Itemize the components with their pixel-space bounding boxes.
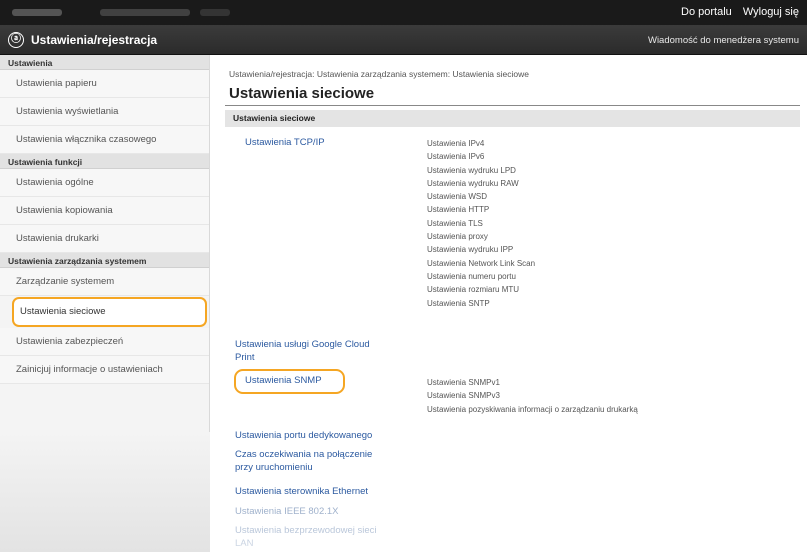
- sidebar-item-copy-settings[interactable]: Ustawienia kopiowania: [0, 197, 209, 225]
- list-item: Ustawienia Network Link Scan: [427, 258, 536, 268]
- ethernet-driver-link[interactable]: Ustawienia sterownika Ethernet: [235, 486, 368, 497]
- top-links: Do portalu Wyloguj się: [673, 6, 799, 18]
- link-line: Czas oczekiwania na połączenie: [235, 449, 373, 460]
- blurred-text: [100, 9, 190, 16]
- sidebar-section-header: Ustawienia zarządzania systemem: [0, 253, 209, 268]
- sidebar-menu: Ustawienia Ustawienia papieru Ustawienia…: [0, 55, 209, 384]
- sidebar-item-security-settings[interactable]: Ustawienia zabezpieczeń: [0, 328, 209, 356]
- blurred-text: [200, 9, 230, 16]
- list-item: Ustawienia WSD: [427, 192, 488, 202]
- list-item: Ustawienia IPv4: [427, 139, 485, 148]
- app-title: Ustawienia/rejestracja: [31, 33, 158, 47]
- sidebar-item-paper-settings[interactable]: Ustawienia papieru: [0, 70, 209, 98]
- sidebar-fade: [0, 432, 210, 552]
- dedicated-port-link[interactable]: Ustawienia portu dedykowanego: [235, 430, 372, 441]
- link-line: Print: [235, 352, 255, 363]
- link-line: przy uruchomieniu: [235, 462, 313, 473]
- link-line: LAN: [235, 538, 254, 549]
- sidebar-item-network-settings[interactable]: Ustawienia sieciowe: [12, 297, 207, 327]
- divider: [225, 105, 800, 106]
- blurred-text: [12, 9, 62, 16]
- wireless-lan-link[interactable]: Ustawienia bezprzewodowej sieci LAN: [235, 524, 377, 550]
- sidebar-item-general-settings[interactable]: Ustawienia ogólne: [0, 169, 209, 197]
- sidebar-item-printer-settings[interactable]: Ustawienia drukarki: [0, 225, 209, 253]
- portal-link[interactable]: Do portalu: [681, 6, 732, 18]
- sidebar-section-header: Ustawienia funkcji: [0, 154, 209, 169]
- title-bar: ⓐ Ustawienia/rejestracja Wiadomość do me…: [0, 25, 807, 55]
- sidebar: Ustawienia Ustawienia papieru Ustawienia…: [0, 55, 210, 552]
- tcpip-subitems: Ustawienia IPv4 Ustawienia IPv6 Ustawien…: [427, 137, 535, 310]
- tcpip-settings-link[interactable]: Ustawienia TCP/IP: [245, 137, 325, 148]
- list-item: Ustawienia numeru portu: [427, 271, 516, 281]
- list-item: Ustawienia wydruku LPD: [427, 165, 516, 175]
- list-item: Ustawienia SNTP: [427, 298, 490, 308]
- list-item: Ustawienia proxy: [427, 232, 488, 242]
- sidebar-item-timer-settings[interactable]: Ustawienia włącznika czasowego: [0, 126, 209, 154]
- list-item: Ustawienia IPv6: [427, 152, 485, 162]
- link-line: Ustawienia bezprzewodowej sieci: [235, 525, 377, 536]
- list-item: Ustawienia wydruku IPP: [427, 245, 514, 255]
- snmp-subitems: Ustawienia SNMPv1 Ustawienia SNMPv3 Usta…: [427, 376, 638, 416]
- sidebar-section-header: Ustawienia: [0, 55, 209, 70]
- settings-logo-icon: ⓐ: [8, 32, 24, 48]
- list-item: Ustawienia rozmiaru MTU: [427, 285, 520, 295]
- top-bar: Do portalu Wyloguj się: [0, 0, 807, 25]
- link-line: Ustawienia usługi Google Cloud: [235, 339, 370, 350]
- list-item: Ustawienia wydruku RAW: [427, 178, 519, 188]
- snmp-settings-link[interactable]: Ustawienia SNMP: [245, 375, 322, 386]
- list-item: Ustawienia SNMPv3: [427, 391, 500, 401]
- sidebar-item-display-settings[interactable]: Ustawienia wyświetlania: [0, 98, 209, 126]
- breadcrumb: Ustawienia/rejestracja: Ustawienia zarzą…: [229, 69, 529, 79]
- message-to-admin-link[interactable]: Wiadomość do menedżera systemu: [648, 35, 799, 46]
- section-header: Ustawienia sieciowe: [225, 110, 800, 127]
- sidebar-item-system-management[interactable]: Zarządzanie systemem: [0, 268, 209, 296]
- list-item: Ustawienia HTTP: [427, 205, 490, 215]
- startup-wait-time-link[interactable]: Czas oczekiwania na połączenie przy uruc…: [235, 448, 372, 474]
- google-cloud-print-link[interactable]: Ustawienia usługi Google Cloud Print: [235, 338, 370, 364]
- logout-link[interactable]: Wyloguj się: [743, 6, 799, 18]
- list-item: Ustawienia SNMPv1: [427, 378, 500, 387]
- list-item: Ustawienia TLS: [427, 218, 483, 228]
- sidebar-item-initialize-settings[interactable]: Zainicjuj informacje o ustawieniach: [0, 356, 209, 384]
- ieee-8021x-link[interactable]: Ustawienia IEEE 802.1X: [235, 506, 339, 517]
- page-title: Ustawienia sieciowe: [229, 85, 375, 102]
- list-item: Ustawienia pozyskiwania informacji o zar…: [427, 404, 638, 414]
